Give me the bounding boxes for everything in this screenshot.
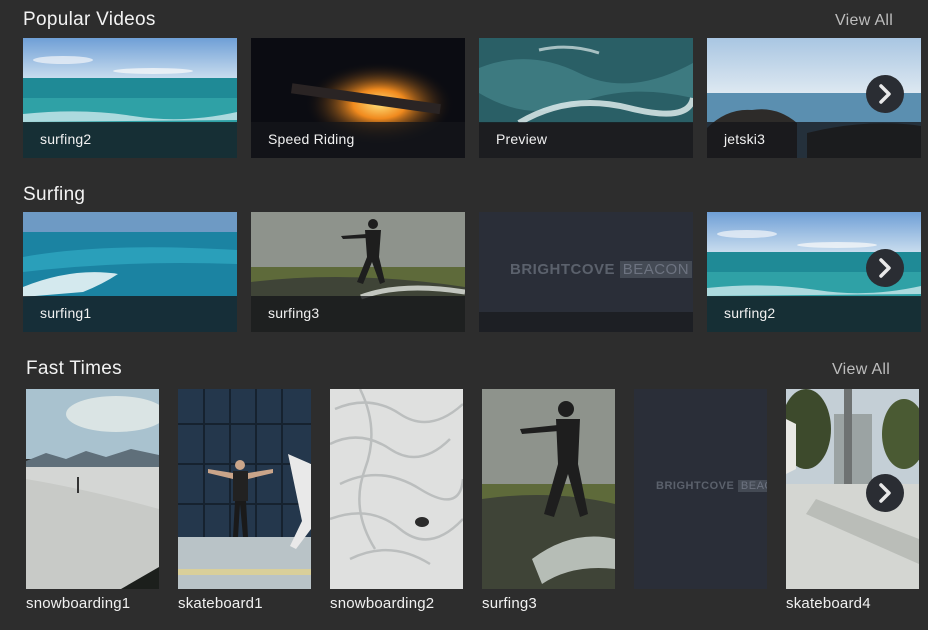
caption-bar: surfing2	[707, 296, 921, 332]
caption-bar: surfing1	[23, 296, 237, 332]
caption-bar: jetski3	[707, 122, 921, 158]
video-tile-speed-riding[interactable]: Speed Riding	[251, 38, 465, 158]
video-tile-surfing1[interactable]: surfing1	[23, 212, 237, 332]
video-poster-placeholder[interactable]: BRIGHTCOVE BEACON	[634, 389, 767, 589]
video-tile-placeholder[interactable]: BRIGHTCOVE BEACON	[479, 212, 693, 332]
caption-bar: surfing2	[23, 122, 237, 158]
caption-bar: Preview	[479, 122, 693, 158]
video-title: skateboard4	[786, 595, 871, 612]
row-next-button[interactable]	[866, 75, 904, 113]
video-title: surfing2	[40, 131, 92, 147]
video-title: surfing2	[724, 305, 776, 321]
video-thumbnail	[178, 389, 311, 589]
video-title: snowboarding2	[330, 595, 435, 612]
video-thumbnail	[330, 389, 463, 589]
row-next-button[interactable]	[866, 474, 904, 512]
video-title: jetski3	[724, 131, 766, 147]
video-tile-preview[interactable]: Preview	[479, 38, 693, 158]
video-title: surfing1	[40, 305, 92, 321]
video-title: skateboard1	[178, 595, 263, 612]
chevron-right-icon	[879, 258, 891, 278]
video-title: Speed Riding	[268, 131, 355, 147]
brightcove-beacon-logo: BRIGHTCOVE BEACON	[510, 261, 693, 278]
video-thumbnail	[26, 389, 159, 589]
video-poster-snowboarding2[interactable]	[330, 389, 463, 589]
video-title: Preview	[496, 131, 548, 147]
chevron-right-icon	[879, 84, 891, 104]
view-all-fast-times-link[interactable]: View All	[832, 361, 890, 379]
row-title-popular-videos: Popular Videos	[23, 9, 156, 30]
video-title: snowboarding1	[26, 595, 131, 612]
chevron-right-icon	[879, 483, 891, 503]
caption-bar: surfing3	[251, 296, 465, 332]
caption-bar	[479, 312, 693, 332]
video-poster-skateboard1[interactable]	[178, 389, 311, 589]
video-tile-surfing3[interactable]: surfing3	[251, 212, 465, 332]
row-title-surfing: Surfing	[23, 184, 86, 205]
video-title: surfing3	[268, 305, 320, 321]
video-thumbnail	[482, 389, 615, 589]
video-poster-surfing3[interactable]	[482, 389, 615, 589]
brightcove-beacon-logo: BRIGHTCOVE BEACON	[656, 480, 767, 492]
video-title: surfing3	[482, 595, 537, 612]
video-poster-snowboarding1[interactable]	[26, 389, 159, 589]
video-tile-surfing2[interactable]: surfing2	[23, 38, 237, 158]
caption-bar: Speed Riding	[251, 122, 465, 158]
row-next-button[interactable]	[866, 249, 904, 287]
row-title-fast-times: Fast Times	[26, 358, 122, 379]
view-all-popular-videos-link[interactable]: View All	[835, 12, 893, 30]
